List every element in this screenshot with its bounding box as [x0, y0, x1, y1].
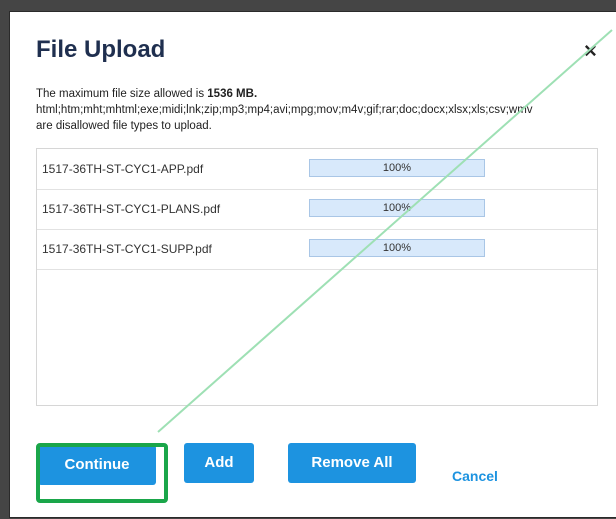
disallowed-suffix: are disallowed file types to upload.: [36, 120, 212, 132]
upload-info: The maximum file size allowed is 1536 MB…: [36, 86, 533, 134]
file-row: 1517-36TH-ST-CYC1-SUPP.pdf 100%: [37, 229, 597, 270]
max-size-value: 1536 MB.: [207, 88, 258, 100]
disallowed-types: html;htm;mht;mhtml;exe;midi;lnk;zip;mp3;…: [36, 104, 533, 116]
file-list: 1517-36TH-ST-CYC1-APP.pdf 100% 1517-36TH…: [36, 148, 598, 406]
progress-bar: 100%: [309, 239, 485, 257]
max-size-line: The maximum file size allowed is 1536 MB…: [36, 86, 533, 102]
progress-bar: 100%: [309, 159, 485, 177]
progress-bar: 100%: [309, 199, 485, 217]
max-size-prefix: The maximum file size allowed is: [36, 88, 208, 100]
file-name: 1517-36TH-ST-CYC1-PLANS.pdf: [42, 202, 221, 216]
cancel-link[interactable]: Cancel: [452, 468, 498, 484]
file-name: 1517-36TH-ST-CYC1-APP.pdf: [42, 162, 204, 176]
close-icon[interactable]: ×: [584, 38, 597, 64]
file-row: 1517-36TH-ST-CYC1-APP.pdf 100%: [37, 149, 597, 190]
file-row: 1517-36TH-ST-CYC1-PLANS.pdf 100%: [37, 189, 597, 230]
continue-highlight: [36, 443, 168, 503]
file-upload-dialog: File Upload × The maximum file size allo…: [10, 12, 616, 517]
file-name: 1517-36TH-ST-CYC1-SUPP.pdf: [42, 242, 212, 256]
remove-all-button[interactable]: Remove All: [288, 443, 416, 483]
dialog-title: File Upload: [36, 36, 166, 63]
add-button[interactable]: Add: [184, 443, 254, 483]
